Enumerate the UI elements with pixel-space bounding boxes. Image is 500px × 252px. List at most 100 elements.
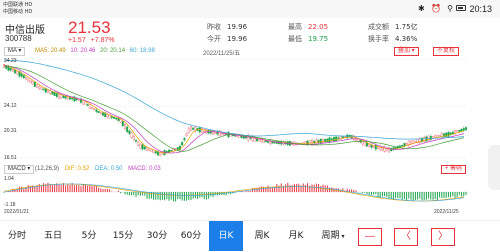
- candle-body: [122, 121, 124, 126]
- macd-line: [4, 184, 464, 201]
- candle-body: [21, 74, 23, 77]
- candle-body: [461, 129, 463, 131]
- tab-daily-k[interactable]: 日K: [209, 221, 243, 251]
- candle-body: [373, 146, 375, 147]
- macd-indicator-button[interactable]: MACD ▾: [4, 165, 34, 174]
- candle-body: [43, 89, 45, 90]
- macd-bar: [417, 192, 418, 200]
- macd-bar: [74, 185, 75, 192]
- macd-bar: [103, 189, 104, 192]
- tab-60min[interactable]: 60分: [174, 221, 208, 251]
- candle-body: [445, 133, 447, 137]
- status-bar: 中国联通 HD 中国移动 HD ✱ ⏰ ⚲ 20:13: [0, 0, 500, 18]
- macd-bar: [94, 186, 95, 192]
- macd-y-bottom: -1.18: [4, 202, 15, 208]
- macd-bar: [400, 192, 401, 198]
- zoom-out-button[interactable]: —: [358, 228, 382, 246]
- macd-bar: [428, 192, 429, 198]
- macd-bar: [89, 185, 90, 192]
- macd-bar: [136, 192, 137, 197]
- candle-body: [30, 80, 32, 82]
- macd-bar: [408, 192, 409, 199]
- tab-30min[interactable]: 30分: [140, 221, 174, 251]
- adjust-button[interactable]: 不复权: [433, 47, 459, 56]
- ma-indicator-button[interactable]: MA ▾: [4, 47, 25, 56]
- candle-body: [85, 103, 87, 105]
- candle-body: [91, 107, 93, 108]
- macd-bar: [373, 192, 374, 194]
- macd-bar: [133, 192, 134, 195]
- price-change: +1.57 +7.87%: [68, 37, 115, 44]
- macd-bar: [164, 192, 165, 200]
- candle-body: [36, 84, 38, 87]
- macd-bar: [188, 192, 189, 200]
- macd-chart[interactable]: 1.04 -1.18: [0, 175, 472, 209]
- candle-body: [38, 86, 40, 89]
- macd-bar: [461, 192, 462, 196]
- macd-bar: [439, 192, 440, 197]
- prev-button[interactable]: 〈: [394, 228, 418, 246]
- ma5-value: MA5: 20.49: [35, 48, 66, 54]
- candle-body: [406, 144, 408, 145]
- candle-body: [368, 144, 370, 146]
- candle-body: [129, 131, 131, 134]
- macd-bar: [248, 191, 249, 192]
- macd-bar: [441, 192, 442, 198]
- kline-chart[interactable]: 34.23 24.12 20.31 16.51: [0, 58, 472, 165]
- macd-bar: [305, 185, 306, 192]
- ma-toolbar: MA ▾ MA5: 20.49 10: 20.46 20: 20.14 60: …: [0, 46, 500, 58]
- candle-body: [140, 144, 142, 148]
- macd-line: [4, 184, 464, 201]
- macd-bar: [78, 185, 79, 192]
- macd-bar: [118, 191, 119, 192]
- macd-bar: [404, 192, 405, 199]
- macd-bar: [127, 192, 128, 195]
- candle-body: [47, 90, 49, 92]
- macd-bar: [307, 183, 308, 192]
- macd-bar: [446, 192, 447, 198]
- chip-label: 筹码: [450, 166, 462, 172]
- stat-value: 19.75: [308, 35, 328, 43]
- candle-body: [190, 126, 192, 130]
- macd-bar: [246, 191, 247, 192]
- stat-label: 最高: [288, 23, 302, 31]
- ma-values: MA5: 20.49 10: 20.46 20: 20.14 60: 18.98: [35, 48, 158, 54]
- macd-bar: [268, 186, 269, 192]
- overlay-button[interactable]: 叠加 ▾: [394, 47, 419, 56]
- macd-bar: [395, 192, 396, 198]
- macd-bar: [411, 192, 412, 200]
- kline-svg: [0, 58, 472, 165]
- tab-period[interactable]: 周期 ▾: [313, 221, 353, 251]
- candle-body: [115, 118, 117, 119]
- overlay-label: 叠加: [398, 48, 410, 54]
- macd-bar: [450, 192, 451, 197]
- stat-label: 今开: [207, 35, 221, 43]
- candle-body: [448, 132, 450, 136]
- tab-15min[interactable]: 15分: [106, 221, 140, 251]
- tab-weekly-k[interactable]: 周K: [246, 221, 278, 251]
- tab-five-day[interactable]: 五日: [36, 221, 70, 251]
- macd-bar: [21, 187, 22, 192]
- macd-bar: [180, 192, 181, 199]
- macd-bar: [28, 185, 29, 192]
- macd-bar: [43, 183, 44, 192]
- macd-bar: [367, 192, 368, 194]
- macd-values: (12,26,9) DIF: 0.52 DEA: 0.50 MACD: 0.03: [35, 166, 165, 172]
- macd-bar: [356, 190, 357, 192]
- tab-monthly-k[interactable]: 月K: [280, 221, 312, 251]
- candle-body: [25, 77, 27, 79]
- macd-button-label: MACD: [8, 166, 26, 172]
- macd-bar: [65, 186, 66, 192]
- macd-bar: [67, 184, 68, 192]
- candle-body: [111, 116, 113, 117]
- candle-body: [371, 145, 373, 147]
- candle-body: [87, 104, 89, 105]
- candle-body: [459, 130, 461, 131]
- macd-bar: [296, 184, 297, 192]
- candle-body: [201, 128, 203, 132]
- macd-bar: [83, 184, 84, 192]
- tab-5min[interactable]: 5分: [73, 221, 105, 251]
- tab-intraday[interactable]: 分时: [0, 221, 34, 251]
- chip-button[interactable]: + 筹码: [441, 165, 466, 174]
- next-button[interactable]: 〉: [431, 228, 455, 246]
